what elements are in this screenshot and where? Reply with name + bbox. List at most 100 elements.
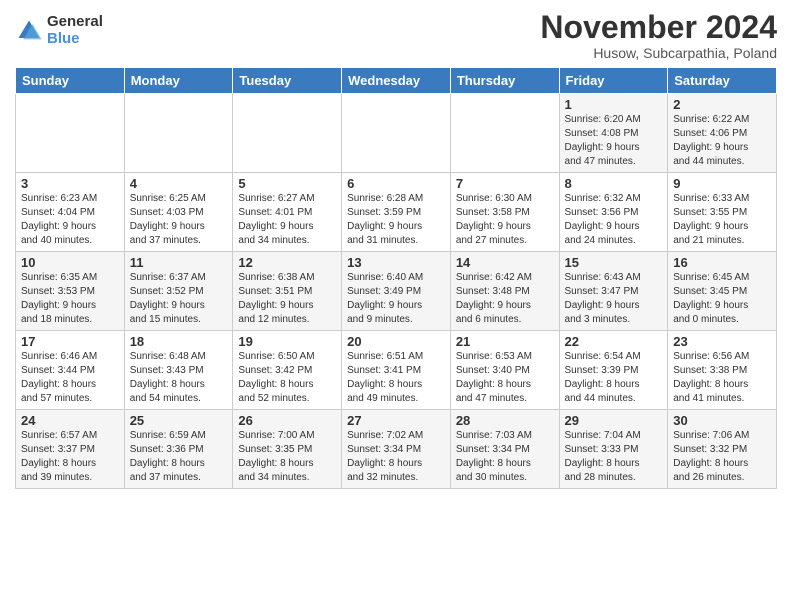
- logo-general: General: [47, 14, 103, 31]
- calendar-cell: 12Sunrise: 6:38 AM Sunset: 3:51 PM Dayli…: [233, 252, 342, 331]
- day-info: Sunrise: 6:38 AM Sunset: 3:51 PM Dayligh…: [238, 271, 336, 327]
- day-info: Sunrise: 6:30 AM Sunset: 3:58 PM Dayligh…: [456, 192, 554, 248]
- day-info: Sunrise: 6:42 AM Sunset: 3:48 PM Dayligh…: [456, 271, 554, 327]
- col-tuesday: Tuesday: [233, 68, 342, 94]
- day-number: 6: [347, 176, 445, 191]
- day-number: 26: [238, 413, 336, 428]
- day-number: 12: [238, 255, 336, 270]
- calendar-cell: 1Sunrise: 6:20 AM Sunset: 4:08 PM Daylig…: [559, 94, 668, 173]
- day-info: Sunrise: 6:25 AM Sunset: 4:03 PM Dayligh…: [130, 192, 228, 248]
- main-container: General Blue November 2024 Husow, Subcar…: [0, 0, 792, 494]
- calendar-week-0: 1Sunrise: 6:20 AM Sunset: 4:08 PM Daylig…: [16, 94, 777, 173]
- calendar-cell: [342, 94, 451, 173]
- calendar-cell: 25Sunrise: 6:59 AM Sunset: 3:36 PM Dayli…: [124, 410, 233, 489]
- day-info: Sunrise: 6:46 AM Sunset: 3:44 PM Dayligh…: [21, 350, 119, 406]
- day-number: 11: [130, 255, 228, 270]
- calendar-cell: 15Sunrise: 6:43 AM Sunset: 3:47 PM Dayli…: [559, 252, 668, 331]
- day-number: 9: [673, 176, 771, 191]
- col-wednesday: Wednesday: [342, 68, 451, 94]
- day-info: Sunrise: 7:00 AM Sunset: 3:35 PM Dayligh…: [238, 429, 336, 485]
- day-info: Sunrise: 6:56 AM Sunset: 3:38 PM Dayligh…: [673, 350, 771, 406]
- calendar-cell: 10Sunrise: 6:35 AM Sunset: 3:53 PM Dayli…: [16, 252, 125, 331]
- day-number: 7: [456, 176, 554, 191]
- day-number: 30: [673, 413, 771, 428]
- day-number: 23: [673, 334, 771, 349]
- day-info: Sunrise: 6:28 AM Sunset: 3:59 PM Dayligh…: [347, 192, 445, 248]
- day-number: 5: [238, 176, 336, 191]
- day-number: 20: [347, 334, 445, 349]
- day-info: Sunrise: 6:45 AM Sunset: 3:45 PM Dayligh…: [673, 271, 771, 327]
- month-title: November 2024: [540, 10, 777, 45]
- day-number: 14: [456, 255, 554, 270]
- calendar-cell: 3Sunrise: 6:23 AM Sunset: 4:04 PM Daylig…: [16, 173, 125, 252]
- calendar-cell: 29Sunrise: 7:04 AM Sunset: 3:33 PM Dayli…: [559, 410, 668, 489]
- header-row: Sunday Monday Tuesday Wednesday Thursday…: [16, 68, 777, 94]
- calendar-cell: 26Sunrise: 7:00 AM Sunset: 3:35 PM Dayli…: [233, 410, 342, 489]
- day-number: 24: [21, 413, 119, 428]
- calendar-cell: 8Sunrise: 6:32 AM Sunset: 3:56 PM Daylig…: [559, 173, 668, 252]
- day-number: 8: [565, 176, 663, 191]
- day-number: 1: [565, 97, 663, 112]
- calendar-cell: 27Sunrise: 7:02 AM Sunset: 3:34 PM Dayli…: [342, 410, 451, 489]
- day-info: Sunrise: 6:35 AM Sunset: 3:53 PM Dayligh…: [21, 271, 119, 327]
- day-number: 18: [130, 334, 228, 349]
- calendar-cell: 18Sunrise: 6:48 AM Sunset: 3:43 PM Dayli…: [124, 331, 233, 410]
- calendar-cell: 19Sunrise: 6:50 AM Sunset: 3:42 PM Dayli…: [233, 331, 342, 410]
- calendar-cell: 30Sunrise: 7:06 AM Sunset: 3:32 PM Dayli…: [668, 410, 777, 489]
- col-monday: Monday: [124, 68, 233, 94]
- day-info: Sunrise: 6:23 AM Sunset: 4:04 PM Dayligh…: [21, 192, 119, 248]
- logo-text: General Blue: [47, 14, 103, 47]
- calendar-cell: 4Sunrise: 6:25 AM Sunset: 4:03 PM Daylig…: [124, 173, 233, 252]
- day-number: 21: [456, 334, 554, 349]
- calendar-week-2: 10Sunrise: 6:35 AM Sunset: 3:53 PM Dayli…: [16, 252, 777, 331]
- calendar-cell: 22Sunrise: 6:54 AM Sunset: 3:39 PM Dayli…: [559, 331, 668, 410]
- day-info: Sunrise: 7:03 AM Sunset: 3:34 PM Dayligh…: [456, 429, 554, 485]
- day-number: 28: [456, 413, 554, 428]
- calendar-table: Sunday Monday Tuesday Wednesday Thursday…: [15, 67, 777, 489]
- day-number: 15: [565, 255, 663, 270]
- day-number: 16: [673, 255, 771, 270]
- calendar-cell: 24Sunrise: 6:57 AM Sunset: 3:37 PM Dayli…: [16, 410, 125, 489]
- day-number: 25: [130, 413, 228, 428]
- calendar-cell: [450, 94, 559, 173]
- calendar-cell: 21Sunrise: 6:53 AM Sunset: 3:40 PM Dayli…: [450, 331, 559, 410]
- day-number: 27: [347, 413, 445, 428]
- location: Husow, Subcarpathia, Poland: [540, 45, 777, 61]
- col-friday: Friday: [559, 68, 668, 94]
- col-saturday: Saturday: [668, 68, 777, 94]
- calendar-week-1: 3Sunrise: 6:23 AM Sunset: 4:04 PM Daylig…: [16, 173, 777, 252]
- day-info: Sunrise: 6:57 AM Sunset: 3:37 PM Dayligh…: [21, 429, 119, 485]
- day-info: Sunrise: 6:59 AM Sunset: 3:36 PM Dayligh…: [130, 429, 228, 485]
- calendar-cell: 5Sunrise: 6:27 AM Sunset: 4:01 PM Daylig…: [233, 173, 342, 252]
- title-block: November 2024 Husow, Subcarpathia, Polan…: [540, 10, 777, 61]
- day-info: Sunrise: 6:37 AM Sunset: 3:52 PM Dayligh…: [130, 271, 228, 327]
- calendar-cell: [124, 94, 233, 173]
- day-info: Sunrise: 6:22 AM Sunset: 4:06 PM Dayligh…: [673, 113, 771, 169]
- day-number: 13: [347, 255, 445, 270]
- calendar-cell: 6Sunrise: 6:28 AM Sunset: 3:59 PM Daylig…: [342, 173, 451, 252]
- day-number: 10: [21, 255, 119, 270]
- calendar-cell: 2Sunrise: 6:22 AM Sunset: 4:06 PM Daylig…: [668, 94, 777, 173]
- day-info: Sunrise: 6:20 AM Sunset: 4:08 PM Dayligh…: [565, 113, 663, 169]
- day-info: Sunrise: 6:33 AM Sunset: 3:55 PM Dayligh…: [673, 192, 771, 248]
- logo-icon: [15, 17, 43, 45]
- calendar-cell: 28Sunrise: 7:03 AM Sunset: 3:34 PM Dayli…: [450, 410, 559, 489]
- day-number: 29: [565, 413, 663, 428]
- calendar-cell: 9Sunrise: 6:33 AM Sunset: 3:55 PM Daylig…: [668, 173, 777, 252]
- day-info: Sunrise: 7:04 AM Sunset: 3:33 PM Dayligh…: [565, 429, 663, 485]
- col-thursday: Thursday: [450, 68, 559, 94]
- day-number: 19: [238, 334, 336, 349]
- calendar-cell: 13Sunrise: 6:40 AM Sunset: 3:49 PM Dayli…: [342, 252, 451, 331]
- logo-blue: Blue: [47, 31, 103, 48]
- day-info: Sunrise: 6:48 AM Sunset: 3:43 PM Dayligh…: [130, 350, 228, 406]
- day-info: Sunrise: 6:51 AM Sunset: 3:41 PM Dayligh…: [347, 350, 445, 406]
- day-info: Sunrise: 6:43 AM Sunset: 3:47 PM Dayligh…: [565, 271, 663, 327]
- calendar-cell: 20Sunrise: 6:51 AM Sunset: 3:41 PM Dayli…: [342, 331, 451, 410]
- calendar-week-4: 24Sunrise: 6:57 AM Sunset: 3:37 PM Dayli…: [16, 410, 777, 489]
- day-info: Sunrise: 6:54 AM Sunset: 3:39 PM Dayligh…: [565, 350, 663, 406]
- calendar-cell: [16, 94, 125, 173]
- calendar-cell: 11Sunrise: 6:37 AM Sunset: 3:52 PM Dayli…: [124, 252, 233, 331]
- day-info: Sunrise: 6:50 AM Sunset: 3:42 PM Dayligh…: [238, 350, 336, 406]
- day-info: Sunrise: 7:02 AM Sunset: 3:34 PM Dayligh…: [347, 429, 445, 485]
- day-info: Sunrise: 7:06 AM Sunset: 3:32 PM Dayligh…: [673, 429, 771, 485]
